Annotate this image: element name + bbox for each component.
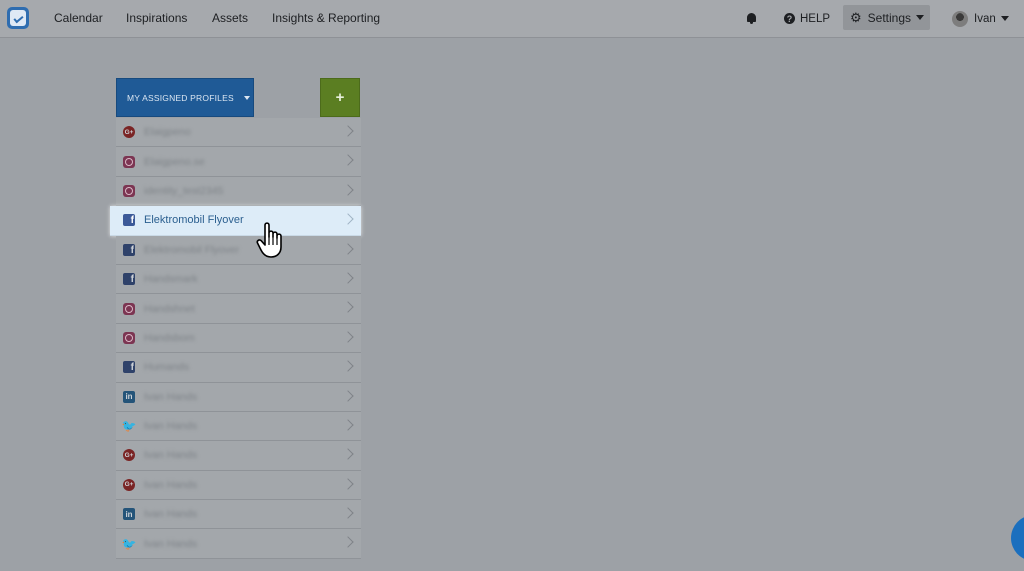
profile-name: Ivan Hands <box>144 508 198 521</box>
profile-list-item[interactable]: f Elektromobil Flyover <box>116 235 361 265</box>
instagram-icon <box>123 302 135 315</box>
chevron-right-icon <box>342 154 354 167</box>
help-label: HELP <box>800 12 831 25</box>
chevron-right-icon <box>342 125 354 137</box>
settings-label: Settings <box>867 10 912 25</box>
chevron-right-icon <box>342 213 354 225</box>
profile-list-item[interactable]: Elaigpeno.se <box>116 147 361 177</box>
profile-list-item[interactable]: Handshnet <box>116 294 361 324</box>
profile-name: Handsbom <box>144 331 195 344</box>
top-nav: Calendar Inspirations Assets Insights & … <box>0 0 1024 38</box>
linkedin-icon: in <box>123 508 135 521</box>
instagram-icon <box>123 184 135 197</box>
profile-list-item[interactable]: G+ Ivan Hands <box>116 441 361 471</box>
profiles-dropdown-label: MY ASSIGNED PROFILES <box>127 92 234 103</box>
instagram-icon <box>123 331 135 344</box>
linkedin-icon: in <box>123 390 135 403</box>
chevron-right-icon <box>342 301 354 314</box>
profile-list-item[interactable]: f Humands <box>116 353 361 383</box>
profile-name: identity_test2345 <box>144 184 224 197</box>
avatar <box>952 10 968 27</box>
profile-name: Elektromobil Flyover <box>144 214 244 227</box>
profile-list-item[interactable]: G+ Ivan Hands <box>116 470 361 501</box>
profile-list-item[interactable]: G+ Elaigpeno <box>116 118 361 148</box>
chevron-right-icon <box>342 272 354 284</box>
profile-list-item[interactable]: Handsbom <box>116 323 361 354</box>
nav-insights-reporting[interactable]: Insights & Reporting <box>272 11 380 25</box>
settings-button[interactable]: ⚙ Settings <box>843 5 930 30</box>
bell-icon <box>745 12 758 25</box>
gear-icon: ⚙ <box>850 10 862 25</box>
nav-assets[interactable]: Assets <box>212 11 248 25</box>
facebook-icon: f <box>123 361 135 374</box>
user-name: Ivan <box>974 12 996 25</box>
chevron-right-icon <box>342 478 354 490</box>
hand-cursor-icon <box>256 222 282 258</box>
nav-calendar[interactable]: Calendar <box>54 11 103 25</box>
profile-name: Ivan Hands <box>144 449 198 462</box>
notifications-button[interactable] <box>745 0 758 37</box>
profile-name: Ivan Hands <box>144 390 198 403</box>
profile-list: G+ Elaigpeno Elaigpeno.se identity_test2345… <box>110 118 361 559</box>
instagram-icon <box>123 155 135 168</box>
profile-name: Ivan Hands <box>144 478 198 491</box>
chevron-down-icon <box>1000 16 1009 21</box>
chevron-down-icon <box>243 95 250 100</box>
chevron-right-icon <box>342 242 354 255</box>
profile-name: Elaigpeno.se <box>144 155 205 168</box>
app-logo-icon[interactable] <box>7 7 29 29</box>
plus-icon: + <box>335 89 345 106</box>
chevron-right-icon <box>342 331 354 343</box>
profile-list-item[interactable]: in Ivan Hands <box>116 382 361 412</box>
my-assigned-profiles-dropdown[interactable]: MY ASSIGNED PROFILES <box>116 78 254 117</box>
profile-name: Elektromobil Flyover <box>144 243 240 256</box>
chevron-right-icon <box>342 184 354 196</box>
facebook-icon: f <box>123 273 135 286</box>
chevron-right-icon <box>342 536 354 549</box>
profile-list-item[interactable]: 🐦 Ivan Hands <box>116 529 361 559</box>
nav-inspirations[interactable]: Inspirations <box>126 11 187 25</box>
google-plus-icon: G+ <box>123 478 135 491</box>
profile-name: Elaigpeno <box>144 126 191 139</box>
profile-name: Ivan Hands <box>144 537 198 550</box>
profile-name: Handshnet <box>144 302 195 315</box>
chevron-down-icon <box>916 15 925 20</box>
chevron-right-icon <box>342 360 354 372</box>
google-plus-icon: G+ <box>123 449 135 462</box>
profile-name: Handsmark <box>144 273 198 286</box>
user-menu[interactable]: Ivan <box>952 0 1009 37</box>
question-icon: ? <box>784 13 795 24</box>
chevron-right-icon <box>342 507 354 519</box>
profile-name: Humands <box>144 361 189 374</box>
chevron-right-icon <box>342 448 354 460</box>
profile-list-item[interactable]: identity_test2345 <box>116 176 361 207</box>
chevron-right-icon <box>342 389 354 402</box>
profile-list-item[interactable]: f Elektromobil Flyover <box>110 206 361 236</box>
profile-list-item[interactable]: f Handsmark <box>116 264 361 295</box>
facebook-icon: f <box>123 214 135 227</box>
facebook-icon: f <box>123 243 135 256</box>
twitter-icon: 🐦 <box>121 419 137 434</box>
chat-bubble-button[interactable] <box>1011 515 1024 561</box>
chevron-right-icon <box>342 419 354 431</box>
google-plus-icon: G+ <box>123 126 135 139</box>
help-button[interactable]: ? HELP <box>784 0 830 37</box>
twitter-icon: 🐦 <box>121 536 137 551</box>
profile-list-item[interactable]: in Ivan Hands <box>116 500 361 530</box>
profile-list-item[interactable]: 🐦 Ivan Hands <box>116 411 361 442</box>
profile-name: Ivan Hands <box>144 420 198 433</box>
add-profile-button[interactable]: + <box>320 78 360 117</box>
